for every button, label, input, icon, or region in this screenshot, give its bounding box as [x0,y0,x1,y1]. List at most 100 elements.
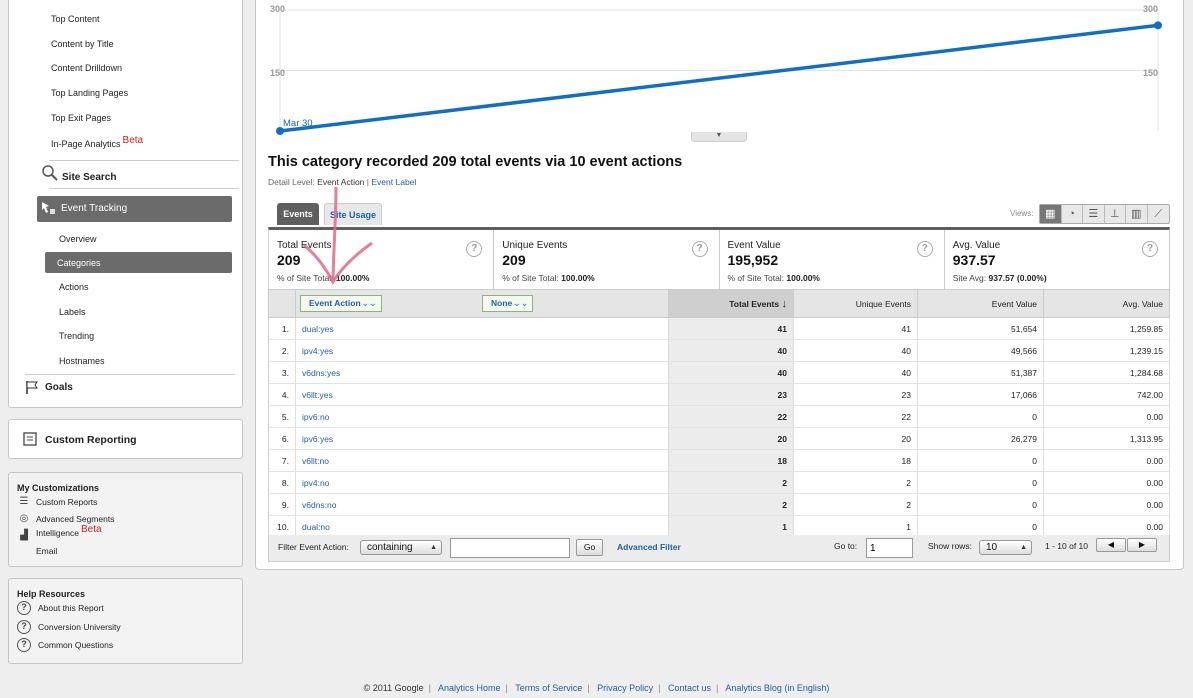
link-common-questions[interactable]: Common Questions [38,640,113,650]
event-action-link[interactable]: ipv4:no [302,478,329,488]
help-icon[interactable]: ? [1142,241,1158,257]
table-header-row: Event Action ⌄⌄ None ⌄⌄ Total Events ↓ Uni… [268,289,1170,318]
nav-trending[interactable]: Trending [59,331,94,341]
event-action-link[interactable]: v6llt:yes [302,390,333,400]
metric-value: 209 [502,252,526,268]
footer-link-blog[interactable]: Analytics Blog (in English) [725,683,829,693]
report-nav-panel: Top Content Content by Title Content Dri… [8,0,243,408]
table-view-icon[interactable]: ▦ [1040,205,1062,223]
y-tick-label-mid-left: 150 [270,68,285,78]
table-row[interactable]: 8. ipv4:no 2 2 0 0.00 [268,471,1170,494]
nav-labels[interactable]: Labels [59,307,86,317]
footer-link-terms[interactable]: Terms of Service [515,683,582,693]
event-action-link[interactable]: ipv6:yes [302,434,333,444]
event-action-link[interactable]: v6dns:yes [302,368,340,378]
nav-goals[interactable]: Goals [45,382,73,393]
chart-collapse-toggle[interactable]: ▼ [691,132,747,142]
table-row[interactable]: 7. v6llt:no 18 18 0 0.00 [268,449,1170,472]
link-intelligence[interactable]: Intelligence [36,528,79,538]
row-rank: 7. [268,449,296,472]
footer-link-contact[interactable]: Contact us [668,683,711,693]
link-about-report[interactable]: About this Report [38,603,104,613]
table-row[interactable]: 2. ipv4:yes 40 40 49,566 1,239.15 [268,339,1170,362]
trend-view-icon[interactable]: ⟋ [1148,205,1169,223]
nav-in-page-analytics[interactable]: In-Page Analytics [51,139,121,149]
footer-link-analytics-home[interactable]: Analytics Home [438,683,501,693]
link-email[interactable]: Email [36,546,57,556]
nav-overview[interactable]: Overview [59,234,97,244]
footer-link-privacy[interactable]: Privacy Policy [597,683,653,693]
nav-actions[interactable]: Actions [59,282,89,292]
nav-event-tracking[interactable]: Event Tracking [37,196,232,222]
help-icon[interactable]: ? [916,241,933,257]
event-action-link[interactable]: ipv4:yes [302,346,333,356]
custom-reporting-panel[interactable]: Custom Reporting [8,419,243,459]
event-action-link[interactable]: v6llt:no [302,456,329,466]
help-icon[interactable]: ? [691,241,708,257]
header-unique-events[interactable]: Unique Events [793,289,918,318]
row-event-value: 0 [917,493,1044,516]
header-total-events[interactable]: Total Events ↓ [668,289,794,318]
updown-arrows-icon: ▲ [1020,544,1027,551]
link-advanced-segments[interactable]: Advanced Segments [36,514,114,524]
next-page-button[interactable]: ▶ [1127,538,1157,552]
custom-reporting-link[interactable]: Custom Reporting [45,434,137,446]
nav-site-search[interactable]: Site Search [62,172,116,183]
event-action-link[interactable]: dual:yes [302,324,334,334]
nav-divider [49,188,239,189]
nav-content-by-title[interactable]: Content by Title [51,39,114,49]
table-row[interactable]: 3. v6dns:yes 40 40 51,387 1,284.68 [268,361,1170,384]
row-event-action: v6llt:yes [295,383,669,406]
nav-categories[interactable]: Categories [45,252,232,273]
link-conversion-university[interactable]: Conversion University [38,622,121,632]
header-avg-value[interactable]: Avg. Value [1043,289,1170,318]
row-unique-events: 2 [793,471,918,494]
filter-mode-select[interactable]: containing ▲ [360,540,442,555]
table-row[interactable]: 6. ipv6:yes 20 20 26,279 1,313.95 [268,427,1170,450]
primary-dimension-select[interactable]: Event Action ⌄⌄ [300,295,382,312]
pivot-view-icon[interactable]: ▥ [1126,205,1148,223]
y-tick-label-mid-right: 150 [1143,68,1158,78]
nav-divider [25,374,235,375]
row-rank: 9. [268,493,296,516]
metric-sub: Site Avg: 937.57 (0.00%) [953,273,1047,283]
beta-badge: Beta [122,135,144,146]
event-action-link[interactable]: dual:no [302,522,330,532]
filter-input[interactable] [450,538,570,558]
table-row[interactable]: 4. v6llt:yes 23 23 17,066 742.00 [268,383,1170,406]
event-action-link[interactable]: v6dns:no [302,500,337,510]
table-row[interactable]: 5. ipv6:no 22 22 0 0.00 [268,405,1170,428]
metric-unique-events[interactable]: Unique Events 209 % of Site Total: 100.0… [494,230,720,289]
row-event-value: 49,566 [917,339,1044,362]
table-row[interactable]: 1. dual:yes 41 41 51,654 1,259.85 [268,317,1170,340]
goto-input[interactable] [866,538,913,558]
bar-view-icon[interactable]: ☰ [1083,205,1105,223]
header-event-value[interactable]: Event Value [917,289,1044,318]
filter-go-button[interactable]: Go [576,539,603,556]
secondary-dimension-select[interactable]: None ⌄⌄ [482,295,534,312]
nav-top-landing-pages[interactable]: Top Landing Pages [51,88,128,98]
data-point[interactable] [1154,21,1162,30]
metric-value: 195,952 [727,252,779,268]
metric-event-value[interactable]: Event Value 195,952 % of Site Total: 100… [720,230,945,289]
help-icon[interactable]: ? [466,241,483,257]
pie-view-icon[interactable]: ◔ [1062,205,1083,223]
link-custom-reports[interactable]: Custom Reports [36,497,97,507]
table-row[interactable]: 9. v6dns:no 2 2 0 0.00 [268,493,1170,516]
prev-page-button[interactable]: ◀ [1096,538,1126,552]
metric-value: 937.57 [952,252,996,268]
show-rows-select[interactable]: 10 ▲ [979,540,1032,555]
x-tick-label: Mar 30 [283,118,313,129]
nav-hostnames[interactable]: Hostnames [59,356,105,366]
row-event-value: 51,387 [917,361,1044,384]
metric-avg-value[interactable]: Avg. Value 937.57 Site Avg: 937.57 (0.00… [945,230,1169,289]
advanced-filter-link[interactable]: Advanced Filter [617,542,681,552]
chevron-left-icon: ◀ [1107,540,1115,549]
event-action-link[interactable]: ipv6:no [302,412,329,422]
nav-content-drilldown[interactable]: Content Drilldown [51,63,122,73]
row-unique-events: 40 [793,339,918,362]
row-event-action: ipv4:yes [295,339,669,362]
comparison-view-icon[interactable]: ⊥ [1105,205,1126,223]
nav-top-exit-pages[interactable]: Top Exit Pages [51,113,111,123]
nav-top-content[interactable]: Top Content [51,14,100,24]
